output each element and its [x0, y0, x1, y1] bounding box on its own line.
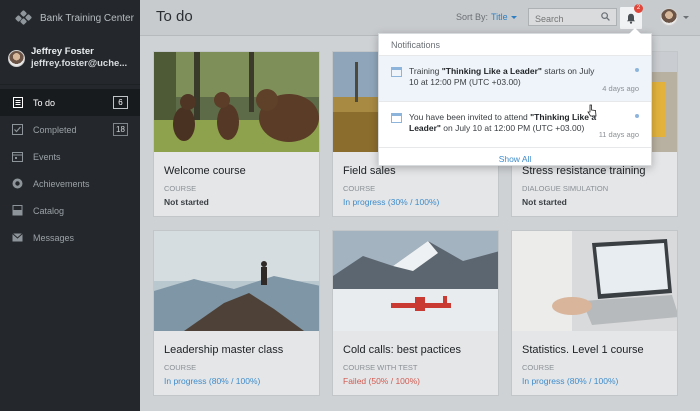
card-type: COURSE	[164, 363, 197, 372]
show-all-link[interactable]: Show All	[379, 148, 651, 164]
calendar-icon	[12, 151, 23, 162]
course-card[interactable]: Statistics. Level 1 course COURSE In pro…	[511, 230, 678, 396]
brand-title: Bank Training Center	[40, 12, 134, 24]
medal-icon	[12, 178, 23, 189]
card-type: DIALOGUE SIMULATION	[522, 184, 609, 193]
list-icon	[12, 97, 23, 108]
todo-count-badge: 6	[113, 96, 128, 109]
notification-item[interactable]: You have been invited to attend "Thinkin…	[379, 102, 651, 148]
sidebar-item-achievements[interactable]: Achievements	[0, 170, 140, 197]
user-profile[interactable]: Jeffrey Foster jeffrey.foster@uche...	[0, 36, 140, 85]
card-status: Not started	[522, 197, 567, 207]
avatar	[8, 49, 25, 67]
avatar[interactable]	[660, 8, 678, 26]
course-image-mountain	[154, 231, 319, 331]
search-icon[interactable]	[601, 12, 610, 21]
user-name: Jeffrey Foster	[31, 46, 94, 57]
sidebar-item-label: Catalog	[33, 205, 65, 216]
course-image-laptop	[512, 231, 677, 331]
sort-dropdown[interactable]: Sort By: Title	[456, 12, 517, 22]
card-title: Stress resistance training	[522, 165, 646, 177]
bell-icon	[627, 13, 635, 24]
sidebar: Bank Training Center Jeffrey Foster jeff…	[0, 0, 140, 411]
sidebar-item-label: Completed	[33, 124, 77, 135]
card-type: COURSE WITH TEST	[343, 363, 418, 372]
completed-count-badge: 18	[113, 123, 128, 136]
unread-dot	[635, 68, 639, 72]
notification-time: 4 days ago	[602, 84, 639, 93]
notification-item[interactable]: Training "Thinking Like a Leader" starts…	[379, 56, 651, 117]
card-type: COURSE	[164, 184, 197, 193]
calendar-icon	[391, 113, 402, 123]
course-card[interactable]: Cold calls: best pactices COURSE WITH TE…	[332, 230, 499, 396]
card-status: In progress (80% / 100%)	[164, 376, 261, 386]
course-image-plane	[333, 231, 498, 331]
course-image-bears	[154, 52, 319, 152]
card-title: Leadership master class	[164, 344, 284, 356]
sidebar-item-todo[interactable]: To do 6	[0, 89, 140, 116]
notifications-title: Notifications	[379, 34, 651, 56]
mail-icon	[12, 232, 23, 243]
notification-prefix: Training	[409, 66, 442, 76]
sort-label: Sort By:	[456, 12, 489, 22]
notification-time: 11 days ago	[598, 130, 639, 139]
notification-event: "Thinking Like a Leader"	[441, 66, 542, 76]
course-card[interactable]: Leadership master class COURSE In progre…	[153, 230, 320, 396]
card-title: Cold calls: best pactices	[343, 344, 461, 356]
notifications-popup: Notifications Training "Thinking Like a …	[378, 28, 652, 166]
card-type: COURSE	[343, 184, 376, 193]
card-status: Failed (50% / 100%)	[343, 376, 421, 386]
sidebar-item-label: Achievements	[33, 178, 90, 189]
card-title: Field sales	[343, 165, 396, 177]
card-type: COURSE	[522, 363, 555, 372]
sidebar-item-events[interactable]: Events	[0, 143, 140, 170]
sidebar-nav: To do 6 Completed 18 Events Achievements	[0, 89, 140, 251]
page-title: To do	[156, 8, 193, 25]
sidebar-item-label: To do	[33, 97, 56, 108]
card-title: Welcome course	[164, 165, 246, 177]
user-email: jeffrey.foster@uche...	[31, 58, 128, 69]
unread-dot	[635, 114, 639, 118]
course-card[interactable]: Welcome course COURSE Not started	[153, 51, 320, 217]
card-title: Statistics. Level 1 course	[522, 344, 644, 356]
notification-count-badge: 2	[634, 4, 643, 13]
brand[interactable]: Bank Training Center	[0, 0, 140, 36]
card-status: In progress (80% / 100%)	[522, 376, 619, 386]
chevron-down-icon	[510, 16, 517, 20]
sidebar-item-messages[interactable]: Messages	[0, 224, 140, 251]
sidebar-item-catalog[interactable]: Catalog	[0, 197, 140, 224]
notification-prefix: You have been invited to attend	[409, 112, 531, 122]
card-status: In progress (30% / 100%)	[343, 197, 440, 207]
notification-suffix: on July 10 at 12:00 PM (UTC +03.00)	[440, 123, 585, 133]
sidebar-item-label: Events	[33, 151, 61, 162]
notification-text: You have been invited to attend "Thinkin…	[409, 112, 599, 134]
check-icon	[12, 124, 23, 135]
chevron-down-icon[interactable]	[683, 16, 689, 19]
calendar-icon	[391, 67, 402, 77]
card-status: Not started	[164, 197, 209, 207]
sidebar-item-label: Messages	[33, 232, 75, 243]
popup-arrow	[629, 28, 641, 34]
sidebar-item-completed[interactable]: Completed 18	[0, 116, 140, 143]
catalog-icon	[12, 205, 23, 216]
sort-value: Title	[491, 12, 508, 22]
top-header: To do Sort By:Title 2	[140, 0, 700, 36]
notification-text: Training "Thinking Like a Leader" starts…	[409, 66, 599, 88]
brand-logo-icon	[14, 9, 33, 26]
